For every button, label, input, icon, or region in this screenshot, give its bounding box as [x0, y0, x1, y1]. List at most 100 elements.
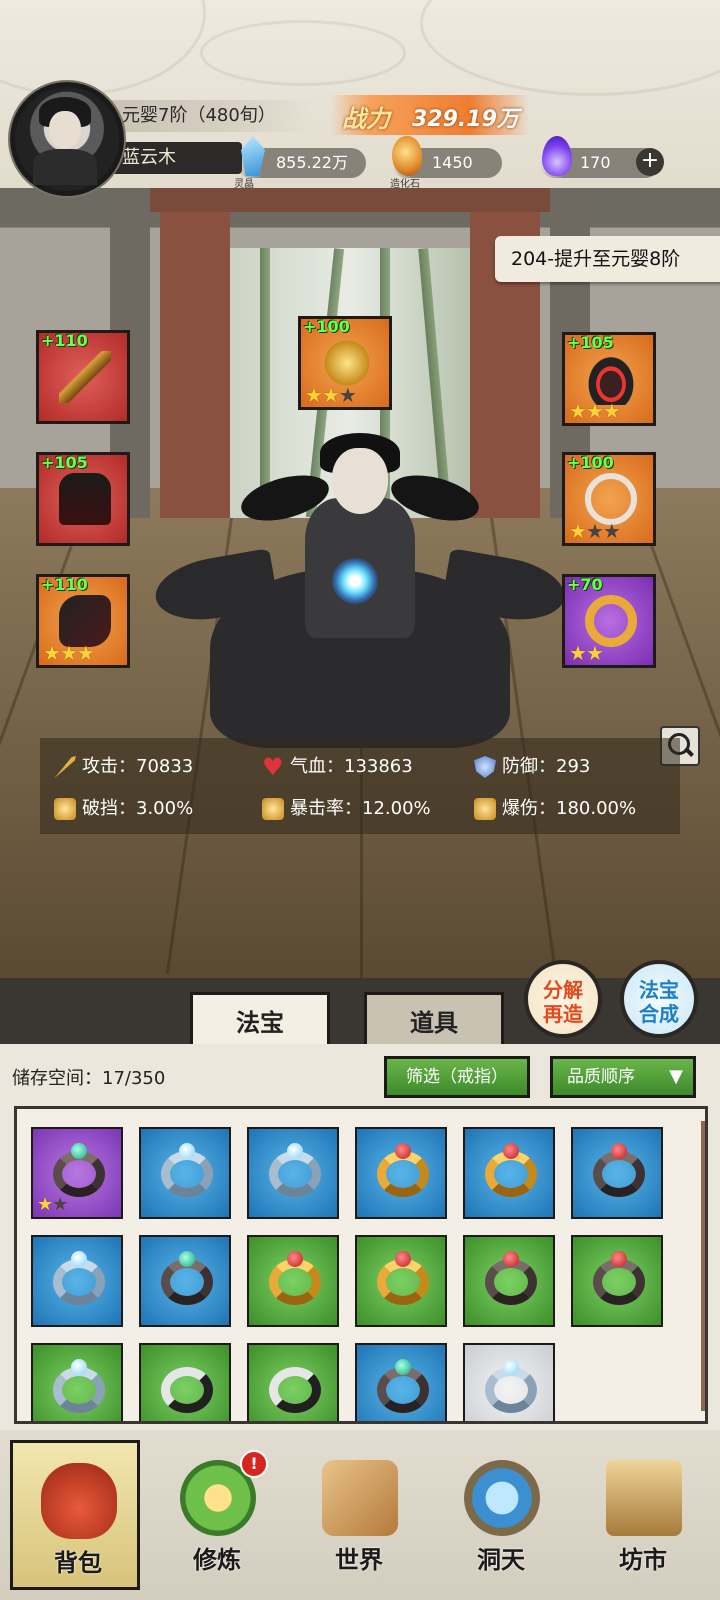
- inventory-ring-item[interactable]: [247, 1235, 339, 1327]
- tab-bar: [0, 978, 720, 1044]
- stat-defense-text: 防御：293: [502, 756, 591, 777]
- equip-slot-crown[interactable]: +105 ★★★: [562, 332, 656, 426]
- enhance-level: +100: [303, 317, 350, 336]
- gem-icon: [503, 1143, 519, 1159]
- shield-icon: [474, 756, 496, 778]
- sort-label: 品质顺序: [567, 1067, 635, 1087]
- stat-hp: ♥ 气血：133863: [262, 752, 413, 782]
- gem-icon: [179, 1251, 195, 1267]
- star-rating: ★★★: [569, 399, 621, 423]
- gem-icon: [503, 1359, 519, 1375]
- player-character: [150, 433, 570, 758]
- gem-icon: [179, 1143, 195, 1159]
- inventory-ring-item[interactable]: [31, 1235, 123, 1327]
- inventory-ring-item[interactable]: [139, 1235, 231, 1327]
- nav-label: 背包: [54, 1549, 102, 1577]
- star-rating: ★★: [37, 1194, 68, 1215]
- star-rating: ★★★: [305, 383, 357, 407]
- compose-button[interactable]: 法宝 合成: [620, 960, 698, 1038]
- stat-crit-dmg-text: 爆伤：180.00%: [502, 798, 637, 819]
- nav-bag[interactable]: 背包: [10, 1440, 140, 1590]
- nav-cultivate[interactable]: ! 修炼: [152, 1440, 282, 1590]
- inventory-ring-item[interactable]: ★★: [31, 1127, 123, 1219]
- equip-slot-necklace[interactable]: +100 ★★★: [562, 452, 656, 546]
- enhance-level: +110: [41, 575, 88, 594]
- inventory-ring-item[interactable]: [139, 1127, 231, 1219]
- resource-value: 1450: [432, 153, 473, 172]
- gem-icon: [71, 1251, 87, 1267]
- nav-cave[interactable]: 洞天: [436, 1440, 566, 1590]
- sword-icon: [54, 756, 76, 778]
- realm-label: 元婴7阶（480旬）: [100, 100, 312, 132]
- stat-attack-text: 攻击：70833: [82, 756, 194, 777]
- gem-icon: [395, 1251, 411, 1267]
- inventory-grid: ★★: [14, 1106, 708, 1424]
- enhance-level: +105: [567, 333, 614, 352]
- ring-icon: [585, 595, 637, 647]
- equip-slot-ring[interactable]: +70 ★★: [562, 574, 656, 668]
- necklace-icon: [585, 473, 637, 525]
- gem-icon: [395, 1143, 411, 1159]
- inventory-ring-item[interactable]: [463, 1235, 555, 1327]
- inventory-ring-item[interactable]: [247, 1127, 339, 1219]
- inventory-ring-item[interactable]: [355, 1235, 447, 1327]
- resource-creation-stone[interactable]: 造化石 1450: [390, 136, 502, 190]
- nav-world[interactable]: 世界: [294, 1440, 424, 1590]
- gem-icon: [71, 1359, 87, 1375]
- inventory-ring-item[interactable]: [355, 1343, 447, 1421]
- tab-fabao[interactable]: 法宝: [190, 992, 330, 1048]
- stat-pierce: 破挡：3.00%: [54, 794, 193, 824]
- star-rating: ★★★: [569, 519, 621, 543]
- gem-icon: [611, 1143, 627, 1159]
- top-center-icon: [321, 337, 373, 389]
- nav-market[interactable]: 坊市: [578, 1440, 708, 1590]
- inventory-ring-item[interactable]: [31, 1343, 123, 1421]
- star-rating: ★★: [569, 641, 604, 665]
- crown-icon: [585, 353, 637, 405]
- portal-icon: [464, 1460, 540, 1536]
- weapon-icon: [59, 351, 111, 403]
- equip-slot-boots[interactable]: +110 ★★★: [36, 574, 130, 668]
- compose-label: 法宝 合成: [639, 978, 679, 1026]
- stat-crit-rate-text: 暴击率：12.00%: [290, 798, 431, 819]
- spirit-orb-icon: [332, 558, 378, 604]
- inventory-ring-item[interactable]: [247, 1343, 339, 1421]
- inventory-ring-item[interactable]: [463, 1127, 555, 1219]
- pierce-icon: [54, 798, 76, 820]
- inventory-ring-item[interactable]: [571, 1127, 663, 1219]
- inventory-ring-item[interactable]: [355, 1127, 447, 1219]
- inventory-ring-item[interactable]: [571, 1235, 663, 1327]
- gem-icon: [287, 1251, 303, 1267]
- player-avatar[interactable]: [10, 82, 124, 196]
- purple-flame-icon: [542, 136, 572, 176]
- resource-value: 855.22万: [276, 153, 348, 172]
- market-cart-icon: [606, 1460, 682, 1536]
- realm-upgrade-tag[interactable]: 204-提升至元婴8阶: [495, 236, 720, 282]
- equip-slot-armor[interactable]: +105: [36, 452, 130, 546]
- equip-slot-weapon[interactable]: +110: [36, 330, 130, 424]
- enhance-level: +70: [567, 575, 603, 594]
- storage-capacity: 储存空间：17/350: [12, 1068, 166, 1089]
- inventory-scrollbar[interactable]: [701, 1121, 705, 1411]
- gem-icon: [287, 1143, 303, 1159]
- stat-crit-rate: 暴击率：12.00%: [262, 794, 431, 824]
- boots-icon: [59, 595, 111, 647]
- ring-icon: [161, 1367, 213, 1413]
- scroll-map-icon: [322, 1460, 398, 1536]
- add-resource-button[interactable]: +: [636, 148, 664, 176]
- star-rating: ★★★: [43, 641, 95, 665]
- nav-label: 坊市: [619, 1546, 667, 1574]
- stats-panel: 攻击：70833 ♥ 气血：133863 防御：293 破挡：3.00% 暴击率：…: [40, 738, 680, 834]
- crit-rate-icon: [262, 798, 284, 820]
- inventory-ring-item[interactable]: [139, 1343, 231, 1421]
- resource-spirit-crystal[interactable]: 灵晶 855.22万: [234, 136, 366, 190]
- filter-button[interactable]: 筛选（戒指）: [384, 1056, 530, 1098]
- sort-dropdown[interactable]: 品质顺序 ▼: [550, 1056, 696, 1098]
- inventory-ring-item[interactable]: [463, 1343, 555, 1421]
- stat-pierce-text: 破挡：3.00%: [82, 798, 194, 819]
- decompose-button[interactable]: 分解 再造: [524, 960, 602, 1038]
- gem-icon: [503, 1251, 519, 1267]
- stat-crit-dmg: 爆伤：180.00%: [474, 794, 636, 824]
- equip-slot-top-center[interactable]: +100 ★★★: [298, 316, 392, 410]
- tab-daoju[interactable]: 道具: [364, 992, 504, 1048]
